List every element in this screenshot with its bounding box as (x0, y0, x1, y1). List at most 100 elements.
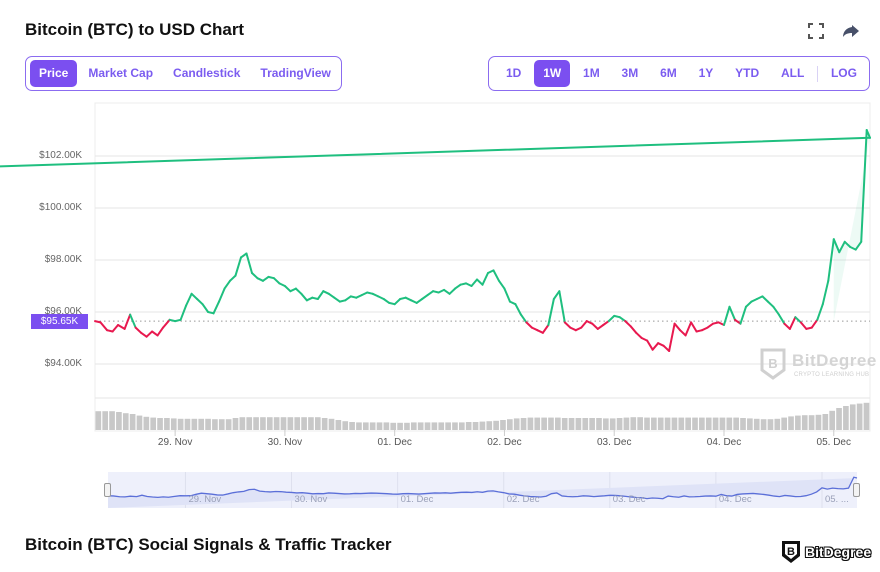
price-segment (443, 288, 451, 295)
volume-bar (410, 422, 417, 430)
volume-bar (342, 421, 349, 430)
watermark-tagline: CRYPTO LEARNING HUB (794, 372, 870, 378)
price-chart[interactable] (0, 0, 880, 572)
bitdegree-logo[interactable]: B BitDegree (781, 540, 871, 564)
volume-bar (390, 422, 397, 430)
volume-bar (321, 418, 328, 430)
bitdegree-logo-icon: B (782, 541, 800, 563)
volume-bar (308, 417, 314, 430)
volume-bar (287, 417, 294, 430)
navigator-label: 01. Dec (400, 494, 434, 505)
price-segment (777, 313, 786, 325)
price-segment (761, 295, 769, 303)
volume-bar (637, 417, 643, 430)
price-segment (794, 316, 802, 324)
volume-bar (150, 417, 157, 430)
price-segment (580, 320, 588, 329)
volume-bar (822, 414, 829, 430)
volume-bar (527, 417, 534, 430)
x-axis-label: 30. Nov (267, 437, 303, 448)
price-segment (145, 330, 154, 338)
x-axis-label: 02. Dec (487, 437, 522, 448)
price-segment (799, 321, 808, 330)
volume-bar (164, 418, 170, 430)
price-segment (415, 298, 424, 304)
price-segment (766, 300, 775, 308)
volume-bar (678, 417, 685, 430)
volume-bar (836, 408, 842, 430)
volume-bar (356, 422, 362, 430)
volume-bar (383, 422, 390, 430)
price-segment (162, 318, 171, 329)
price-segment (651, 342, 660, 351)
volume-bar (335, 420, 342, 430)
volume-bar (225, 419, 232, 430)
volume-bar (712, 417, 719, 430)
volume-bar (733, 417, 739, 430)
volume-bar (685, 417, 691, 430)
price-segment (728, 305, 736, 321)
volume-bar (692, 417, 698, 430)
price-segment (117, 324, 126, 330)
watermark-brand: BitDegree (792, 351, 877, 370)
volume-bar (266, 417, 273, 430)
volume-bar (507, 419, 513, 430)
y-axis-label: $94.00K (44, 358, 82, 369)
y-axis-label: $98.00K (44, 254, 82, 265)
navigator-right-handle[interactable] (853, 483, 860, 497)
price-segment (607, 314, 616, 323)
volume-bar (109, 411, 115, 430)
volume-bar (493, 420, 499, 430)
price-segment (783, 322, 791, 330)
x-axis-label: 01. Dec (377, 437, 412, 448)
volume-bar (582, 418, 589, 430)
volume-bar (362, 422, 369, 430)
volume-bar (630, 417, 637, 430)
volume-bar (424, 422, 431, 430)
volume-bar (232, 418, 239, 430)
price-segment (196, 298, 204, 306)
volume-bar (397, 422, 403, 430)
price-segment (454, 283, 462, 290)
price-segment (690, 321, 698, 333)
volume-bar (795, 415, 801, 430)
volume-bar (280, 417, 287, 430)
volume-bar (513, 418, 520, 430)
volume-bar (191, 418, 198, 430)
price-segment (245, 252, 253, 274)
volume-bar (651, 417, 657, 430)
volume-bar (157, 418, 163, 430)
volume-bar (788, 416, 794, 430)
volume-bar (815, 414, 822, 430)
price-segment (129, 313, 137, 329)
price-segment (618, 316, 627, 323)
price-segment (272, 277, 281, 285)
volume-bar (561, 418, 568, 430)
volume-bar (369, 422, 376, 430)
volume-bar (273, 417, 280, 430)
price-segment (300, 292, 308, 302)
volume-bar (212, 419, 218, 430)
navigator-left-handle[interactable] (104, 483, 111, 497)
volume-bar (753, 418, 760, 430)
volume-bar (657, 417, 664, 430)
svg-text:B: B (768, 356, 777, 371)
volume-bar (246, 417, 253, 430)
volume-bar (458, 422, 465, 430)
volume-bar (376, 422, 383, 430)
volume-bar (555, 417, 561, 430)
price-segment (624, 320, 632, 328)
x-axis-label: 05. Dec (816, 437, 851, 448)
price-segment (552, 290, 561, 300)
volume-bar (253, 417, 259, 430)
price-segment (810, 318, 819, 329)
volume-bar (472, 422, 479, 430)
volume-bar (664, 417, 671, 430)
volume-bar (699, 417, 705, 430)
y-axis-label: $100.00K (39, 202, 82, 213)
price-segment (514, 303, 522, 316)
price-segment (706, 322, 715, 329)
volume-bar (520, 418, 527, 430)
price-segment (0, 136, 871, 168)
volume-bar (465, 422, 472, 430)
